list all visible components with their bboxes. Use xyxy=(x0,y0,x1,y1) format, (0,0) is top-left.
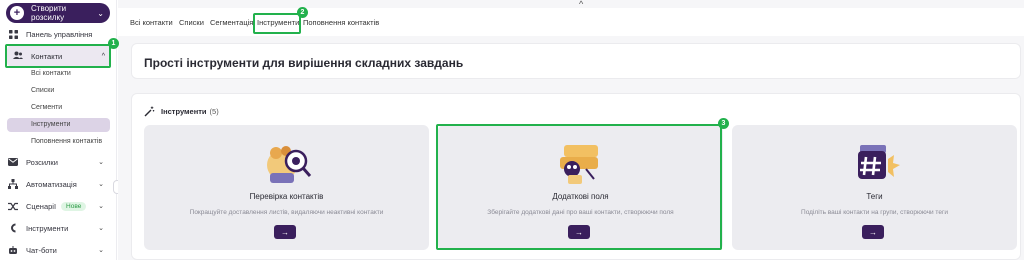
highlight-box-tools-tab xyxy=(253,13,301,34)
highlight-box-extra-fields xyxy=(436,124,722,250)
sidebar-item-automation[interactable]: Автоматизація ⌄ xyxy=(8,177,108,191)
tools-heading: Інструменти (5) xyxy=(144,106,219,117)
sub-item-segments[interactable]: Сегменти xyxy=(31,104,62,111)
step-badge-2: 2 xyxy=(297,7,308,18)
shuffle-icon xyxy=(8,201,18,211)
sidebar-item-label: Інструменти xyxy=(26,223,69,233)
tool-description: Поділіть ваші контакти на групи, створюю… xyxy=(801,209,948,216)
sidebar-item-scenarios[interactable]: Сценарії Нове ⌄ xyxy=(8,199,108,213)
tool-card-contact-check[interactable]: Перевірка контактів Покращуйте доставлен… xyxy=(144,125,429,250)
sidebar-item-label: Сценарії xyxy=(26,201,57,211)
magnifier-illustration xyxy=(267,146,312,183)
tool-title: Перевірка контактів xyxy=(249,192,324,201)
sidebar-item-label: Розсилки xyxy=(26,157,58,167)
tab-segmentation[interactable]: Сегментація xyxy=(210,18,253,27)
plus-icon: + xyxy=(10,6,24,20)
step-badge-3: 3 xyxy=(718,118,729,129)
tool-title: Теги xyxy=(866,192,883,201)
sidebar-item-dashboard[interactable]: Панель управління xyxy=(8,27,108,41)
tools-icon xyxy=(8,223,18,233)
chevron-down-icon: ⌄ xyxy=(97,8,104,18)
header-card: Прості інструменти для вирішення складни… xyxy=(131,43,1021,79)
chevron-down-icon: ⌄ xyxy=(98,181,104,188)
chevron-down-icon: ⌄ xyxy=(98,247,104,254)
chevron-down-icon: ⌄ xyxy=(98,203,104,210)
mail-icon xyxy=(8,157,18,167)
sidebar-item-label: Чат-боти xyxy=(26,245,57,255)
sidebar-item-tools[interactable]: Інструменти ⌄ xyxy=(8,221,108,235)
sidebar-item-chatbots[interactable]: Чат-боти ⌄ xyxy=(8,243,108,257)
flow-icon xyxy=(8,179,18,189)
sidebar-item-label: Панель управління xyxy=(26,29,93,39)
open-tool-button[interactable]: → xyxy=(274,225,296,239)
create-campaign-label: Створити розсилку xyxy=(31,4,67,22)
tab-replenish[interactable]: Поповнення контактів xyxy=(303,18,379,27)
magic-wand-icon xyxy=(144,106,155,117)
new-badge: Нове xyxy=(61,201,87,211)
sidebar: + Створити розсилку ⌄ Панель управління … xyxy=(0,0,117,260)
grid-icon xyxy=(8,29,18,39)
create-campaign-button[interactable]: + Створити розсилку ⌄ xyxy=(6,3,110,23)
open-tool-button[interactable]: → xyxy=(862,225,884,239)
tool-description: Покращуйте доставлення листів, видаляючи… xyxy=(189,209,384,216)
sub-item-all-contacts[interactable]: Всі контакти xyxy=(31,70,71,77)
hashtag-illustration xyxy=(858,145,900,179)
tab-all-contacts[interactable]: Всі контакти xyxy=(130,18,173,27)
highlight-box-contacts xyxy=(5,44,111,68)
sub-item-replenish[interactable]: Поповнення контактів xyxy=(31,138,102,145)
step-badge-1: 1 xyxy=(108,38,119,49)
tools-heading-label: Інструменти xyxy=(161,107,207,116)
chevron-down-icon: ⌄ xyxy=(98,159,104,166)
tool-card-tags[interactable]: Теги Поділіть ваші контакти на групи, ст… xyxy=(732,125,1017,250)
page-title: Прості інструменти для вирішення складни… xyxy=(144,56,464,70)
bot-icon xyxy=(8,245,18,255)
tools-count: (5) xyxy=(209,107,219,116)
tab-lists[interactable]: Списки xyxy=(179,18,204,27)
chevron-down-icon: ⌄ xyxy=(98,225,104,232)
sub-item-tools[interactable]: Інструменти xyxy=(31,121,70,128)
sidebar-item-campaigns[interactable]: Розсилки ⌄ xyxy=(8,155,108,169)
sidebar-item-label: Автоматизація xyxy=(26,179,77,189)
sub-item-lists[interactable]: Списки xyxy=(31,87,54,94)
